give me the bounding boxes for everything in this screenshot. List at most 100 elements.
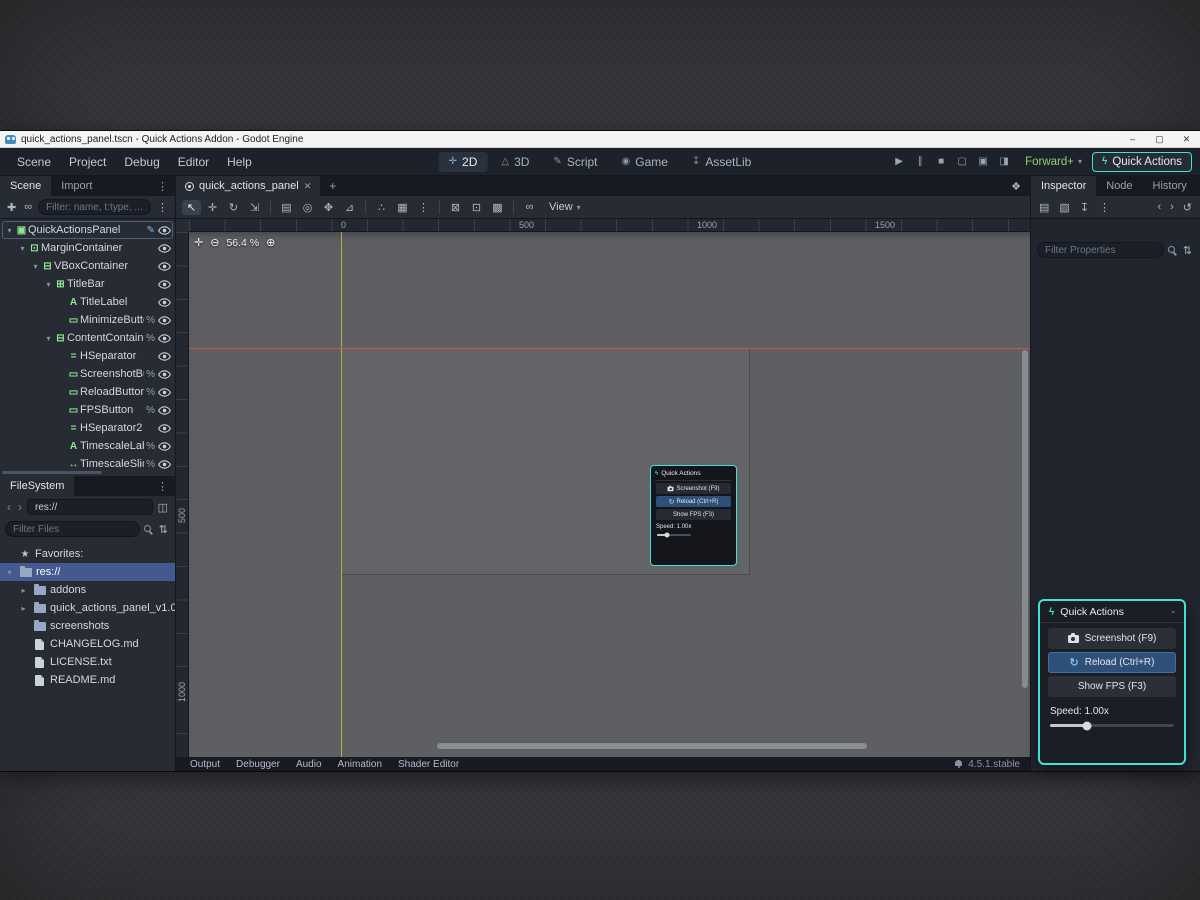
scene-node-screenshotbutt[interactable]: ▭ScreenshotButt% bbox=[0, 365, 175, 383]
slider-handle[interactable] bbox=[1083, 721, 1092, 730]
qa-reload-ctrl-r-button[interactable]: ↻Reload (Ctrl+R) bbox=[656, 496, 731, 507]
scene-node-margincontainer[interactable]: ▾⊡MarginContainer bbox=[0, 239, 175, 257]
fs-item-license-txt[interactable]: LICENSE.txt bbox=[0, 653, 175, 671]
fs-item-addons[interactable]: ▸addons bbox=[0, 581, 175, 599]
bottom-tab-output[interactable]: Output bbox=[182, 759, 228, 770]
scene-node-contentcontainer[interactable]: ▾⊟ContentContainer% bbox=[0, 329, 175, 347]
workspace-tab-game[interactable]: ◉Game bbox=[612, 152, 678, 172]
expander-arrow-icon[interactable]: ▸ bbox=[18, 586, 29, 595]
zoom-in-icon[interactable]: ⊕ bbox=[266, 236, 275, 249]
tab-scene[interactable]: Scene bbox=[0, 176, 51, 196]
movie-maker-icon[interactable]: ◨ bbox=[994, 156, 1014, 167]
notification-bell-icon[interactable] bbox=[954, 760, 963, 768]
scene-node-reloadbutton[interactable]: ▭ReloadButton% bbox=[0, 383, 175, 401]
tab-node[interactable]: Node bbox=[1096, 176, 1142, 196]
visibility-eye-icon[interactable] bbox=[158, 280, 171, 289]
select-tool-icon[interactable]: ↖ bbox=[182, 200, 201, 215]
fs-split-mode-icon[interactable]: ◫ bbox=[156, 501, 170, 514]
zoom-out-icon[interactable]: ⊖ bbox=[210, 236, 219, 249]
expander-arrow-icon[interactable]: ▾ bbox=[4, 226, 15, 235]
qa-screenshot-f9-button[interactable]: Screenshot (F9) bbox=[656, 483, 731, 494]
unique-name-icon[interactable]: % bbox=[146, 387, 155, 398]
link-icon[interactable]: ∞ bbox=[520, 200, 539, 214]
renderer-select[interactable]: Forward+ ▾ bbox=[1025, 156, 1082, 168]
mini-speed-slider[interactable] bbox=[657, 534, 691, 536]
inspector-filter-input[interactable] bbox=[1037, 242, 1164, 258]
resource-options-icon[interactable]: ⋮ bbox=[1097, 201, 1112, 214]
visibility-eye-icon[interactable] bbox=[158, 244, 171, 253]
menu-editor[interactable]: Editor bbox=[169, 152, 218, 172]
run-current-scene-icon[interactable]: ▣ bbox=[973, 156, 993, 167]
center-view-icon[interactable]: ✛ bbox=[194, 236, 203, 249]
visibility-eye-icon[interactable] bbox=[158, 406, 171, 415]
workspace-tab-script[interactable]: ✎Script bbox=[543, 152, 607, 172]
menu-project[interactable]: Project bbox=[60, 152, 115, 172]
scene-node-titlebar[interactable]: ▾⊞TitleBar bbox=[0, 275, 175, 293]
scene-node-hseparator2[interactable]: =HSeparator2 bbox=[0, 419, 175, 437]
fs-sort-icon[interactable]: ⇅ bbox=[157, 523, 170, 536]
zoom-level[interactable]: 56.4 % bbox=[226, 237, 259, 249]
play-icon[interactable]: ▶ bbox=[889, 156, 909, 167]
canvas-horizontal-scrollbar[interactable] bbox=[437, 743, 867, 749]
new-resource-icon[interactable]: ▤ bbox=[1037, 201, 1051, 214]
fs-item-changelog-md[interactable]: CHANGELOG.md bbox=[0, 635, 175, 653]
expander-arrow-icon[interactable]: ▾ bbox=[43, 280, 54, 289]
history-back-icon[interactable]: ‹ bbox=[1155, 201, 1163, 214]
panel-minimize-button[interactable]: - bbox=[1171, 606, 1175, 618]
tab-history[interactable]: History bbox=[1143, 176, 1197, 196]
unique-name-icon[interactable]: % bbox=[146, 405, 155, 416]
scene-node-vboxcontainer[interactable]: ▾⊟VBoxContainer bbox=[0, 257, 175, 275]
expander-arrow-icon[interactable]: ▾ bbox=[30, 262, 41, 271]
expander-arrow-icon[interactable]: ▾ bbox=[4, 568, 15, 577]
maximize-button[interactable]: ▢ bbox=[1146, 131, 1173, 147]
property-filter-icon[interactable]: ⇅ bbox=[1181, 244, 1194, 257]
scene-filter-input[interactable] bbox=[38, 199, 151, 215]
unique-name-icon[interactable]: % bbox=[146, 441, 155, 452]
tab-filesystem[interactable]: FileSystem bbox=[0, 476, 74, 496]
visibility-eye-icon[interactable] bbox=[158, 298, 171, 307]
visibility-eye-icon[interactable] bbox=[158, 460, 171, 469]
quick-actions-header[interactable]: ϟ Quick Actions - bbox=[1040, 601, 1184, 622]
view-menu-button[interactable]: View ▾ bbox=[541, 199, 589, 215]
visibility-eye-icon[interactable] bbox=[158, 352, 171, 361]
pause-icon[interactable]: ∥ bbox=[910, 156, 930, 167]
menu-help[interactable]: Help bbox=[218, 152, 261, 172]
add-node-button[interactable]: ✚ bbox=[5, 201, 18, 214]
bottom-tab-debugger[interactable]: Debugger bbox=[228, 759, 288, 770]
fs-item-favorites[interactable]: ★Favorites: bbox=[0, 545, 175, 563]
scene-tab-quick-actions-panel[interactable]: quick_actions_panel ✕ bbox=[176, 176, 320, 196]
scene-dock-menu-icon[interactable]: ⋮ bbox=[150, 176, 175, 196]
quick-actions-menu-button[interactable]: ϟ Quick Actions bbox=[1092, 152, 1192, 172]
fs-item-res[interactable]: ▾res:// bbox=[0, 563, 175, 581]
visibility-eye-icon[interactable] bbox=[158, 388, 171, 397]
menu-scene[interactable]: Scene bbox=[8, 152, 60, 172]
fs-forward-icon[interactable]: › bbox=[16, 500, 24, 514]
instance-scene-button[interactable]: ∞ bbox=[22, 201, 34, 213]
scale-tool-icon[interactable]: ⇲ bbox=[245, 200, 264, 215]
expander-arrow-icon[interactable]: ▸ bbox=[18, 604, 29, 613]
unique-name-icon[interactable]: % bbox=[146, 333, 155, 344]
visibility-eye-icon[interactable] bbox=[158, 370, 171, 379]
rotate-tool-icon[interactable]: ↻ bbox=[224, 200, 243, 215]
bottom-tab-audio[interactable]: Audio bbox=[288, 759, 330, 770]
fs-back-icon[interactable]: ‹ bbox=[5, 500, 13, 514]
lock-icon[interactable]: ⊠ bbox=[446, 200, 465, 215]
grid-snap-icon[interactable]: ▦ bbox=[393, 200, 412, 215]
stop-icon[interactable]: ■ bbox=[931, 156, 951, 167]
unlock-icon[interactable]: ⊡ bbox=[467, 200, 486, 215]
close-icon[interactable]: ✕ bbox=[304, 181, 312, 192]
visibility-eye-icon[interactable] bbox=[158, 424, 171, 433]
list-select-tool-icon[interactable]: ▤ bbox=[277, 200, 296, 215]
filesystem-dock-menu-icon[interactable]: ⋮ bbox=[150, 476, 175, 496]
scene-node-hseparator[interactable]: =HSeparator bbox=[0, 347, 175, 365]
bottom-tab-shader-editor[interactable]: Shader Editor bbox=[390, 759, 467, 770]
history-forward-icon[interactable]: › bbox=[1168, 201, 1176, 214]
qa-show-fps-f3-button[interactable]: Show FPS (F3) bbox=[1048, 676, 1176, 697]
workspace-tab-assetlib[interactable]: ↧AssetLib bbox=[682, 152, 761, 172]
fs-filter-input[interactable] bbox=[5, 521, 140, 537]
qa-screenshot-f9-button[interactable]: Screenshot (F9) bbox=[1048, 628, 1176, 649]
expander-arrow-icon[interactable]: ▾ bbox=[17, 244, 28, 253]
visibility-eye-icon[interactable] bbox=[158, 334, 171, 343]
scene-tree-scrollbar[interactable] bbox=[2, 471, 102, 474]
visibility-eye-icon[interactable] bbox=[158, 262, 171, 271]
